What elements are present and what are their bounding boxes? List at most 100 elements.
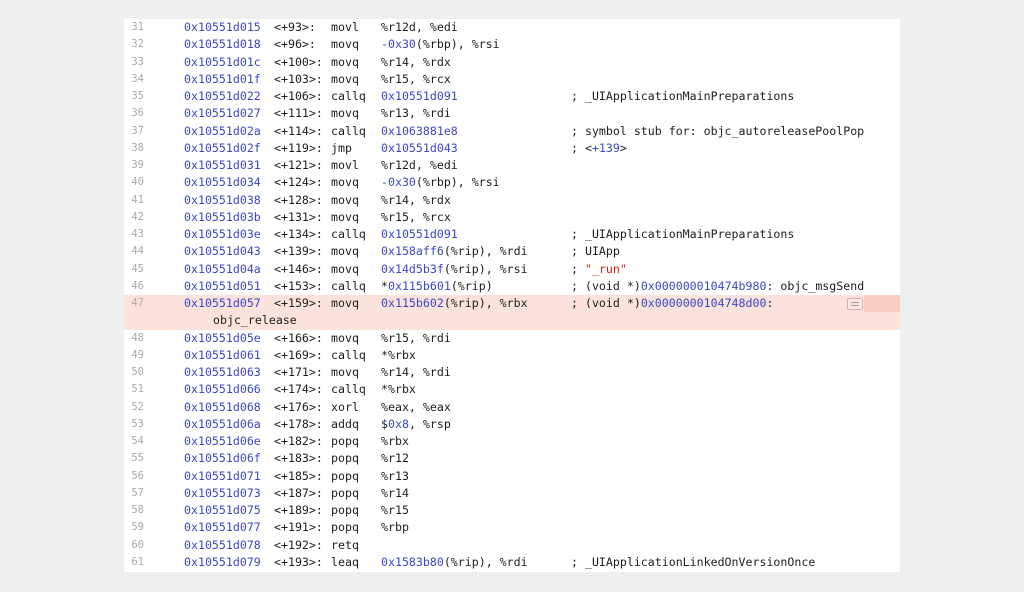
instruction-row[interactable]: 31 0x10551d015 <+93>: movl %r12d, %edi bbox=[124, 19, 900, 36]
instruction-row[interactable]: 53 0x10551d06a <+178>: addq $0x8, %rsp bbox=[124, 416, 900, 433]
instruction-offset: <+106>: bbox=[274, 89, 323, 103]
comment-segment: ; UIApp bbox=[571, 244, 620, 259]
instruction-row[interactable]: 44 0x10551d043 <+139>: movq 0x158aff6(%rip),… bbox=[124, 243, 900, 260]
instruction-row[interactable]: 32 0x10551d018 <+96>: movq -0x30(%rbp), %rsi bbox=[124, 36, 900, 53]
operand-segment: 0x115b602 bbox=[381, 296, 444, 310]
instruction-address: 0x10551d04a bbox=[184, 261, 261, 276]
operand-segment: %r14, %rdx bbox=[381, 54, 451, 69]
instruction-offset: <+171>: bbox=[274, 365, 323, 379]
instruction-row[interactable]: 56 0x10551d071 <+185>: popq %r13 bbox=[124, 468, 900, 485]
operand-segment: %r15, %rcx bbox=[381, 209, 451, 224]
instruction-row[interactable]: 54 0x10551d06e <+182>: popq %rbx bbox=[124, 433, 900, 450]
line-number: 54 bbox=[131, 435, 144, 447]
annotation-lines-icon[interactable] bbox=[847, 298, 863, 310]
instruction-offset: <+100>: bbox=[274, 54, 323, 69]
instruction-address: 0x10551d022 bbox=[184, 89, 261, 103]
instruction-operands: %r15, %rdi bbox=[381, 330, 451, 347]
instruction-address: 0x10551d02a bbox=[184, 123, 261, 138]
instruction-address: 0x10551d018 bbox=[184, 37, 261, 52]
operand-segment: (%rip), %rdi bbox=[443, 554, 528, 569]
instruction-row[interactable]: 45 0x10551d04a <+146>: movq 0x14d5b3f(%rip),… bbox=[124, 261, 900, 278]
instruction-address: 0x10551d027 bbox=[184, 106, 261, 121]
instruction-row[interactable]: 57 0x10551d073 <+187>: popq %r14 bbox=[124, 485, 900, 502]
instruction-offset: <+134>: bbox=[274, 227, 323, 241]
instruction-row[interactable]: 37 0x10551d02a <+114>: callq 0x1063881e8 ; sy… bbox=[124, 123, 900, 140]
instruction-row[interactable]: 58 0x10551d075 <+189>: popq %r15 bbox=[124, 502, 900, 519]
disassembly-view[interactable]: 31 0x10551d015 <+93>: movl %r12d, %edi 32 0x10… bbox=[124, 19, 900, 572]
operand-segment: %r12d, %edi bbox=[381, 158, 458, 172]
instruction-row-current[interactable]: 47 0x10551d057 <+159>: movq 0x115b602(%rip),… bbox=[124, 295, 900, 330]
comment-segment: 0x000000010474b980 bbox=[640, 278, 767, 293]
instruction-row[interactable]: 55 0x10551d06f <+183>: popq %r12 bbox=[124, 450, 900, 467]
instruction-mnemonic: callq bbox=[331, 382, 366, 397]
instruction-offset: <+174>: bbox=[274, 382, 323, 397]
instruction-row[interactable]: 35 0x10551d022 <+106>: callq 0x10551d091 ; _U… bbox=[124, 88, 900, 105]
instruction-row[interactable]: 60 0x10551d078 <+192>: retq bbox=[124, 537, 900, 554]
instruction-operands: %r12d, %edi bbox=[381, 157, 458, 174]
operand-segment: %rbx bbox=[381, 434, 409, 448]
instruction-operands: $0x8, %rsp bbox=[381, 416, 451, 433]
instruction-row[interactable]: 61 0x10551d079 <+193>: leaq 0x1583b80(%rip),… bbox=[124, 554, 900, 571]
instruction-operands: 0x10551d043 bbox=[381, 140, 458, 157]
instruction-row[interactable]: 52 0x10551d068 <+176>: xorl %eax, %eax bbox=[124, 399, 900, 416]
line-number: 38 bbox=[131, 141, 144, 154]
comment-segment: +139 bbox=[591, 140, 620, 155]
instruction-address: 0x10551d061 bbox=[184, 347, 261, 362]
instruction-offset: <+187>: bbox=[274, 485, 323, 500]
instruction-row[interactable]: 50 0x10551d063 <+171>: movq %r14, %rdi bbox=[124, 364, 900, 381]
instruction-mnemonic: movq bbox=[331, 244, 359, 259]
instruction-address: 0x10551d03e bbox=[184, 227, 261, 241]
operand-segment: (%rip), %rdi bbox=[443, 244, 528, 259]
instruction-operands: %r12 bbox=[381, 450, 409, 467]
instruction-offset: <+159>: bbox=[274, 296, 323, 310]
instruction-offset: <+189>: bbox=[274, 503, 323, 517]
instruction-operands: %r15, %rcx bbox=[381, 209, 451, 226]
instruction-row[interactable]: 38 0x10551d02f <+119>: jmp 0x10551d043 ; <+13… bbox=[124, 140, 900, 157]
highlight-marker bbox=[864, 295, 900, 313]
instruction-address: 0x10551d02f bbox=[184, 140, 261, 155]
instruction-offset: <+153>: bbox=[274, 278, 323, 293]
line-number: 46 bbox=[131, 279, 144, 292]
instruction-offset: <+121>: bbox=[274, 158, 323, 172]
instruction-row[interactable]: 46 0x10551d051 <+153>: callq *0x115b601(%rip… bbox=[124, 278, 900, 295]
instruction-row[interactable]: 43 0x10551d03e <+134>: callq 0x10551d091 ; _U… bbox=[124, 226, 900, 243]
instruction-address: 0x10551d078 bbox=[184, 537, 261, 552]
instruction-row[interactable]: 33 0x10551d01c <+100>: movq %r14, %rdx bbox=[124, 54, 900, 71]
instruction-row[interactable]: 42 0x10551d03b <+131>: movq %r15, %rcx bbox=[124, 209, 900, 226]
instruction-row[interactable]: 39 0x10551d031 <+121>: movl %r12d, %edi bbox=[124, 157, 900, 174]
operand-segment: 0x1583b80 bbox=[381, 554, 444, 569]
line-number: 43 bbox=[131, 228, 144, 240]
instruction-row[interactable]: 36 0x10551d027 <+111>: movq %r13, %rdi bbox=[124, 105, 900, 122]
instruction-operands: 0x115b602(%rip), %rbx bbox=[381, 295, 528, 312]
instruction-comment: ; _UIApplicationMainPreparations bbox=[571, 88, 794, 105]
instruction-mnemonic: popq bbox=[331, 451, 359, 466]
line-number: 44 bbox=[131, 245, 144, 258]
instruction-mnemonic: retq bbox=[331, 537, 359, 552]
instruction-row[interactable]: 51 0x10551d066 <+174>: callq *%rbx bbox=[124, 381, 900, 398]
instruction-row[interactable]: 40 0x10551d034 <+124>: movq -0x30(%rbp), %rs… bbox=[124, 174, 900, 191]
instruction-operands: 0x158aff6(%rip), %rdi bbox=[381, 243, 528, 260]
comment-segment: "_run" bbox=[584, 261, 627, 276]
instruction-address: 0x10551d038 bbox=[184, 192, 261, 207]
line-number: 47 bbox=[131, 297, 144, 309]
instruction-address: 0x10551d06a bbox=[184, 416, 261, 431]
instruction-row[interactable]: 59 0x10551d077 <+191>: popq %rbp bbox=[124, 519, 900, 536]
instruction-address: 0x10551d03b bbox=[184, 209, 261, 224]
instruction-address: 0x10551d01f bbox=[184, 71, 261, 86]
instruction-address: 0x10551d031 bbox=[184, 158, 261, 172]
operand-segment: (%rbp), %rsi bbox=[415, 37, 500, 52]
annotation-line-stroke bbox=[851, 305, 859, 306]
instruction-row[interactable]: 34 0x10551d01f <+103>: movq %r15, %rcx bbox=[124, 71, 900, 88]
instruction-row[interactable]: 48 0x10551d05e <+166>: movq %r15, %rdi bbox=[124, 330, 900, 347]
instruction-row[interactable]: 49 0x10551d061 <+169>: callq *%rbx bbox=[124, 347, 900, 364]
instruction-mnemonic: movq bbox=[331, 54, 359, 69]
instruction-comment: ; UIApp bbox=[571, 243, 620, 260]
operand-segment: 0x14d5b3f bbox=[381, 261, 444, 276]
instruction-row[interactable]: 41 0x10551d038 <+128>: movq %r14, %rdx bbox=[124, 192, 900, 209]
instruction-address: 0x10551d068 bbox=[184, 399, 261, 414]
instruction-operands: %r12d, %edi bbox=[381, 19, 458, 36]
instruction-address: 0x10551d034 bbox=[184, 175, 261, 190]
instruction-comment: ; (void *)0x0000000104748d00: bbox=[571, 295, 773, 312]
line-number: 37 bbox=[131, 124, 144, 137]
operand-segment: %r13, %rdi bbox=[381, 106, 451, 121]
